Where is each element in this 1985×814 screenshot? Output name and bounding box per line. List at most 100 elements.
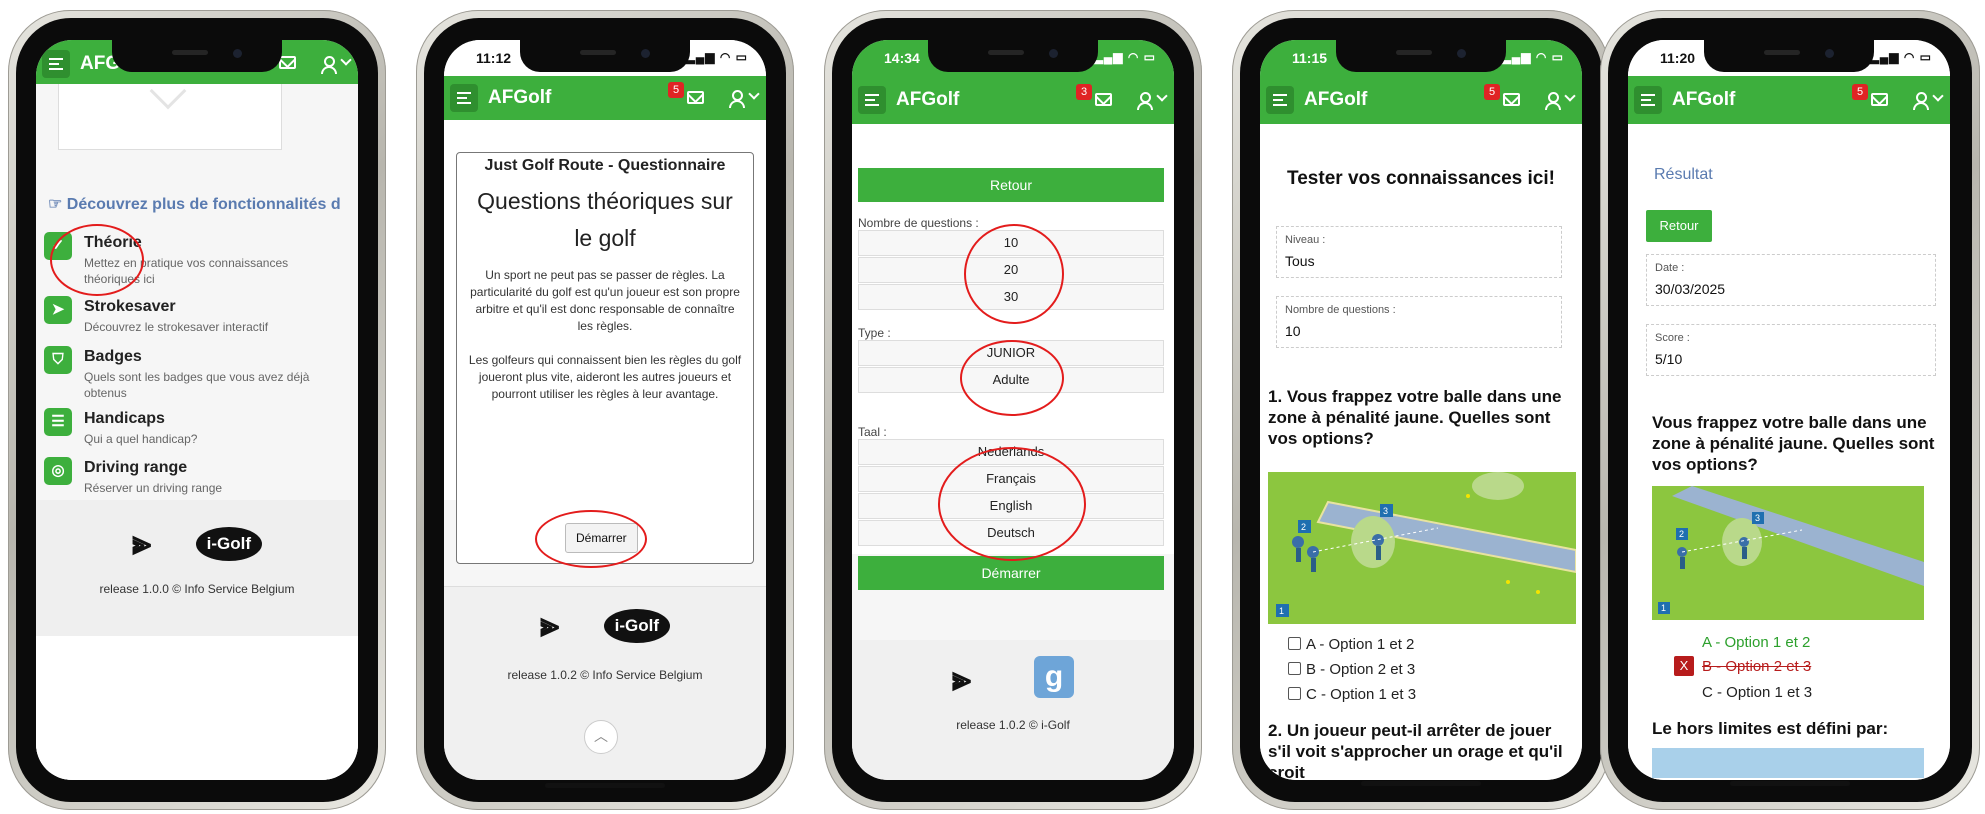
screen-questionnaire-intro: 11:12 ▂▄▆ ◠ ▭ AFGolf 5 Just Golf Route -… xyxy=(444,40,766,780)
igolf-logo: i-Golf xyxy=(603,608,670,643)
svg-text:2: 2 xyxy=(1679,529,1684,539)
app-title: AFGolf xyxy=(1672,89,1736,110)
chevron-down-icon[interactable] xyxy=(340,54,352,66)
card-heading: Just Golf Route - Questionnaire xyxy=(484,157,726,174)
next-question-image xyxy=(1652,748,1924,778)
brand-mark-logo: ⫸ xyxy=(952,660,972,698)
language-label: Taal : xyxy=(858,425,887,439)
phone-home: AFGolf ☞ Découvrez plus de fonctionnalit… xyxy=(8,10,386,810)
screen-quiz: 11:15 ▂▄▆ ◠ ▭ AFGolf 5 Tester vos connai… xyxy=(1260,40,1582,780)
back-button[interactable]: Retour xyxy=(858,168,1164,202)
question-1-title: 1. Vous frappez votre balle dans une zon… xyxy=(1268,387,1562,448)
hand-pointer-icon: ☞ xyxy=(48,196,63,213)
user-icon[interactable] xyxy=(1544,92,1561,110)
checkbox[interactable] xyxy=(1288,662,1301,675)
menu-button[interactable] xyxy=(42,50,70,78)
chevron-down-icon[interactable] xyxy=(1932,90,1944,102)
annotation-circle xyxy=(960,340,1064,416)
signal-wifi-battery-icon: ▂▄▆ ◠ ▭ xyxy=(1093,50,1156,64)
card-paragraph-2: Les golfeurs qui connaissent bien les rè… xyxy=(468,353,742,401)
shield-icon: ⛉ xyxy=(44,346,72,374)
golf-course-illustration: 2 3 1 xyxy=(1268,472,1577,624)
igolf-logo: i-Golf xyxy=(195,526,262,561)
release-text: release 1.0.2 © Info Service Belgium xyxy=(507,668,703,682)
answer-option[interactable]: B - Option 2 et 3 xyxy=(1288,661,1415,678)
app-title: AFGolf xyxy=(896,89,960,110)
menu-button[interactable] xyxy=(1634,86,1662,114)
phone-quiz: 11:15 ▂▄▆ ◠ ▭ AFGolf 5 Tester vos connai… xyxy=(1232,10,1610,810)
result-question-image: 2 3 1 xyxy=(1652,486,1924,620)
user-icon[interactable] xyxy=(1912,92,1929,110)
start-button[interactable]: Démarrer xyxy=(858,556,1164,590)
level-field[interactable]: Niveau : Tous xyxy=(1276,226,1562,278)
navigation-arrow-icon: ➤ xyxy=(44,296,72,324)
menu-button[interactable] xyxy=(858,86,886,114)
footer-logos: ⫸ i-Golf xyxy=(36,524,358,563)
user-icon[interactable] xyxy=(728,90,745,108)
svg-text:3: 3 xyxy=(1383,506,1388,516)
back-button[interactable]: Retour xyxy=(1646,210,1712,242)
footer-logos: ⫸ i-Golf xyxy=(444,606,766,645)
menu-button[interactable] xyxy=(1266,86,1294,114)
banner-card xyxy=(58,72,282,150)
scroll-top-icon[interactable]: ︿ xyxy=(584,720,618,754)
wrong-answer-icon: X xyxy=(1674,656,1694,676)
chevron-down-icon[interactable] xyxy=(748,88,760,100)
score-field: Score : 5/10 xyxy=(1646,324,1936,376)
user-icon[interactable] xyxy=(320,56,337,74)
signal-wifi-battery-icon: ▂▄▆ ◠ ▭ xyxy=(685,50,748,64)
footer xyxy=(852,640,1174,780)
stage: AFGolf ☞ Découvrez plus de fonctionnalit… xyxy=(0,0,1985,814)
answer-option: C - Option 1 et 3 xyxy=(1702,684,1813,701)
next-question-title: Le hors limites est défini par: xyxy=(1652,719,1889,738)
screen-questionnaire-setup: 14:34 ▂▄▆ ◠ ▭ AFGolf 3 Retour Nombre de … xyxy=(852,40,1174,780)
annotation-circle xyxy=(964,224,1064,324)
brand-mark-logo: ⫸ xyxy=(540,606,560,644)
mail-icon[interactable] xyxy=(1871,93,1888,106)
notification-badge: 5 xyxy=(1484,84,1500,100)
annotation-circle xyxy=(50,224,144,296)
brand-mark-logo: ⫸ xyxy=(132,524,152,562)
mail-icon[interactable] xyxy=(687,91,704,104)
signal-wifi-battery-icon: ▂▄▆ ◠ ▭ xyxy=(1869,50,1932,64)
answer-option[interactable]: A - Option 1 et 2 xyxy=(1288,636,1414,653)
app-title: AFGolf xyxy=(1304,89,1368,110)
questionnaire-card: Just Golf Route - Questionnaire Question… xyxy=(456,152,754,564)
svg-text:1: 1 xyxy=(1661,603,1666,613)
chevron-down-icon[interactable] xyxy=(1156,90,1168,102)
user-icon[interactable] xyxy=(1136,92,1153,110)
release-text: release 1.0.2 © i-Golf xyxy=(956,718,1070,732)
checkbox[interactable] xyxy=(1288,637,1301,650)
notification-badge: 5 xyxy=(1852,84,1868,100)
app-bar: AFGolf 3 xyxy=(852,76,1174,124)
question-count-label: Nombre de questions : xyxy=(858,216,979,230)
phone-questionnaire-intro: 11:12 ▂▄▆ ◠ ▭ AFGolf 5 Just Golf Route -… xyxy=(416,10,794,810)
igolf-app-logo: g xyxy=(1034,656,1074,698)
mail-icon[interactable] xyxy=(279,56,296,69)
svg-text:1: 1 xyxy=(1279,606,1284,616)
menu-button[interactable] xyxy=(450,84,478,112)
release-text: release 1.0.0 © Info Service Belgium xyxy=(99,582,295,596)
type-label: Type : xyxy=(858,326,891,340)
golf-course-illustration: 2 3 1 xyxy=(1652,486,1924,620)
list-icon: ☰ xyxy=(44,408,72,436)
answer-option[interactable]: C - Option 1 et 3 xyxy=(1288,686,1416,703)
mail-icon[interactable] xyxy=(1095,93,1112,106)
chevron-down-icon[interactable] xyxy=(1564,90,1576,102)
app-bar: AFGolf 5 xyxy=(1260,76,1582,124)
answer-wrong: B - Option 2 et 3 xyxy=(1702,658,1812,675)
date-field: Date : 30/03/2025 xyxy=(1646,254,1936,306)
question-count-field[interactable]: Nombre de questions : 10 xyxy=(1276,296,1562,348)
signal-wifi-battery-icon: ▂▄▆ ◠ ▭ xyxy=(1501,50,1564,64)
app-bar: AFGolf 5 xyxy=(1628,76,1950,124)
app-bar: AFGolf 5 xyxy=(444,76,766,120)
card-title: Questions théoriques sur le golf xyxy=(477,188,733,251)
quiz-heading: Tester vos connaissances ici! xyxy=(1287,168,1555,189)
app-title: AFGolf xyxy=(488,87,552,108)
mail-icon[interactable] xyxy=(1503,93,1520,106)
phone-result: 11:20 ▂▄▆ ◠ ▭ AFGolf 5 Résultat Retour D… xyxy=(1600,10,1980,810)
discover-link[interactable]: ☞ Découvrez plus de fonctionnalités d xyxy=(48,194,341,214)
checkbox[interactable] xyxy=(1288,687,1301,700)
screen-result: 11:20 ▂▄▆ ◠ ▭ AFGolf 5 Résultat Retour D… xyxy=(1628,40,1950,780)
question-2-title: 2. Un joueur peut-il arrêter de jouer s'… xyxy=(1268,721,1563,780)
